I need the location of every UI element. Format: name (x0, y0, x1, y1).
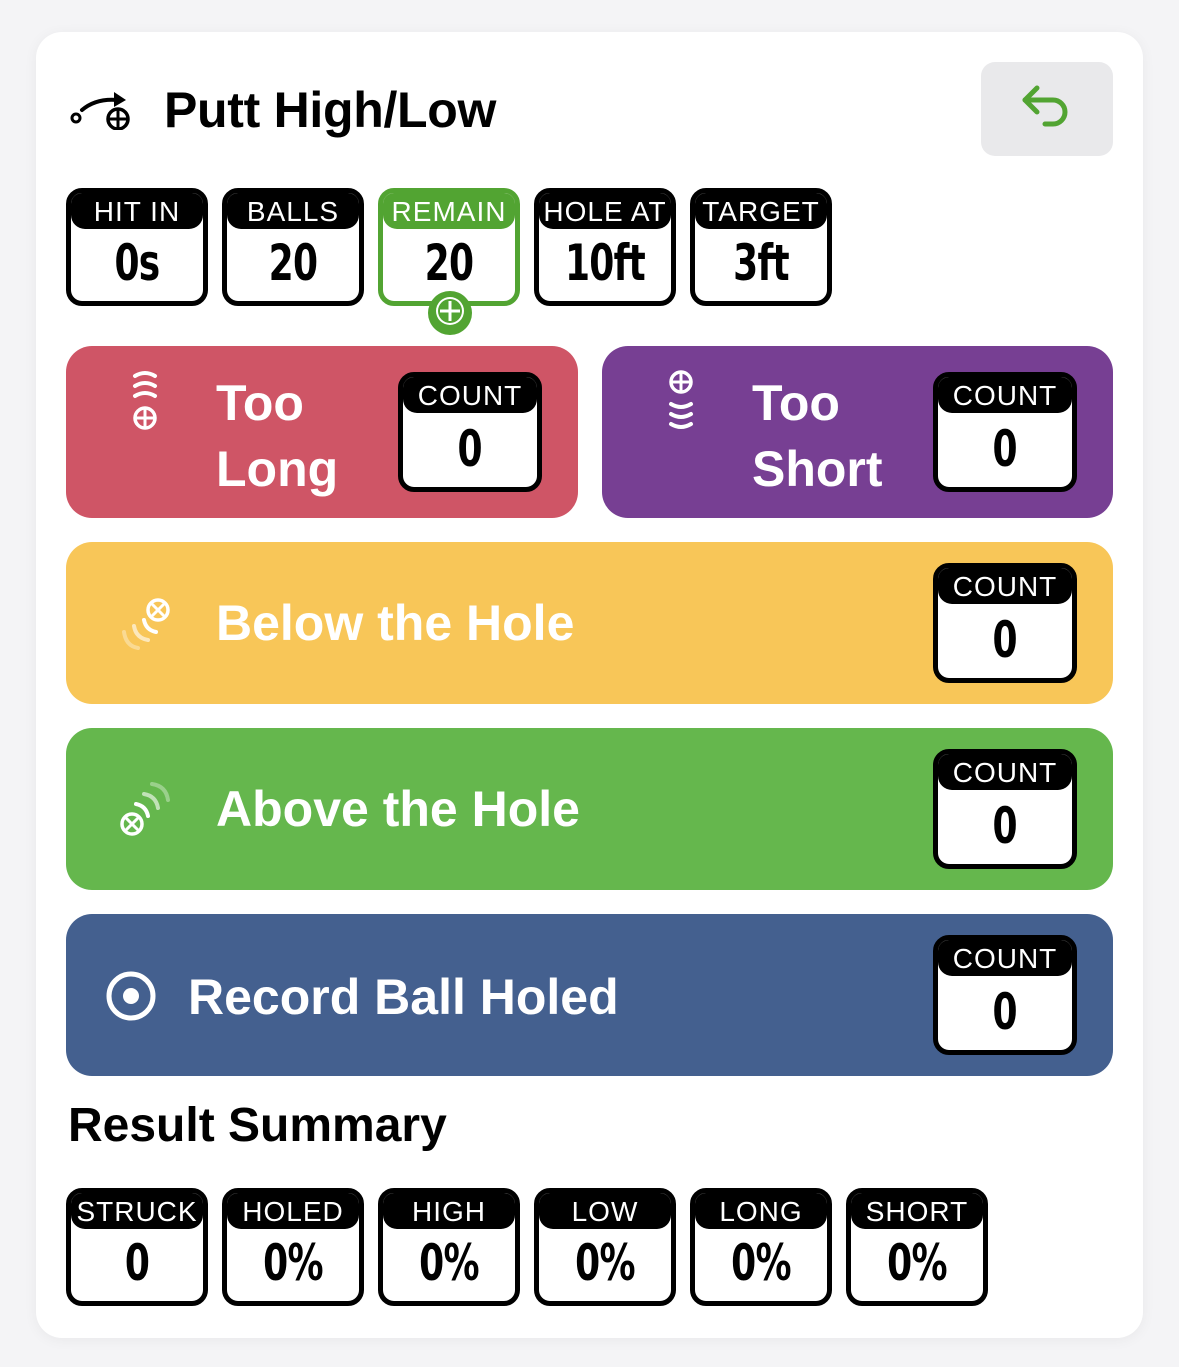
too-short-line2: Short (752, 441, 883, 497)
above-hole-label: Above the Hole (216, 781, 580, 837)
ball-too-long-icon (128, 368, 162, 439)
too-long-button[interactable]: Too Long COUNT 0 (66, 346, 578, 518)
summary-label: HOLED (227, 1193, 359, 1229)
count-value: 0 (457, 420, 483, 478)
count-label: COUNT (938, 568, 1072, 604)
too-short-button[interactable]: Too Short COUNT 0 (602, 346, 1113, 518)
too-long-line2: Long (216, 441, 339, 497)
header: Putt High/Low (70, 62, 1114, 158)
below-hole-label: Below the Hole (216, 595, 575, 651)
count-label: COUNT (403, 377, 537, 413)
undo-button[interactable] (981, 62, 1113, 156)
summary-label: SHORT (851, 1193, 983, 1229)
too-short-line1: Too (752, 375, 840, 431)
count-label: COUNT (938, 377, 1072, 413)
above-hole-button[interactable]: Above the Hole COUNT 0 (66, 728, 1113, 890)
summary-label: STRUCK (71, 1193, 203, 1229)
summary-label: LONG (695, 1193, 827, 1229)
stat-label: BALLS (227, 193, 359, 229)
ball-too-short-icon (664, 368, 698, 439)
summary-label: HIGH (383, 1193, 515, 1229)
stat-target: TARGET 3ft (690, 188, 832, 306)
stat-label: REMAIN (383, 193, 515, 229)
plus-circle-icon (432, 293, 468, 334)
summary-holed: HOLED 0% (222, 1188, 364, 1306)
stat-label: TARGET (695, 193, 827, 229)
ball-holed-count: COUNT 0 (933, 935, 1077, 1055)
stat-value: 20 (424, 234, 474, 292)
result-summary-title: Result Summary (68, 1099, 447, 1152)
stat-label: HOLE AT (539, 193, 671, 229)
count-label: COUNT (938, 754, 1072, 790)
stat-remain[interactable]: REMAIN 20 (378, 188, 520, 306)
ball-above-hole-icon (116, 780, 176, 845)
summary-label: LOW (539, 1193, 671, 1229)
summary-high: HIGH 0% (378, 1188, 520, 1306)
count-value: 0 (992, 983, 1018, 1041)
stat-hit-in: HIT IN 0s (66, 188, 208, 306)
ball-below-hole-icon (116, 594, 176, 659)
summary-low: LOW 0% (534, 1188, 676, 1306)
too-long-count: COUNT 0 (398, 372, 542, 492)
summary-value: 0% (575, 1234, 635, 1292)
stat-hole-at: HOLE AT 10ft (534, 188, 676, 306)
below-hole-button[interactable]: Below the Hole COUNT 0 (66, 542, 1113, 704)
target-dot-icon (104, 969, 158, 1028)
count-value: 0 (992, 420, 1018, 478)
below-hole-count: COUNT 0 (933, 563, 1077, 683)
too-long-line1: Too (216, 375, 304, 431)
summary-long: LONG 0% (690, 1188, 832, 1306)
summary-value: 0 (124, 1234, 150, 1292)
stat-label: HIT IN (71, 193, 203, 229)
above-hole-count: COUNT 0 (933, 749, 1077, 869)
summary-short: SHORT 0% (846, 1188, 988, 1306)
summary-value: 0% (731, 1234, 791, 1292)
stat-balls: BALLS 20 (222, 188, 364, 306)
summary-value: 0% (419, 1234, 479, 1292)
record-ball-holed-label: Record Ball Holed (188, 969, 619, 1025)
count-value: 0 (992, 611, 1018, 669)
summary-value: 0% (887, 1234, 947, 1292)
page-title: Putt High/Low (164, 82, 497, 138)
count-label: COUNT (938, 940, 1072, 976)
summary-value: 0% (263, 1234, 323, 1292)
undo-arrow-icon (1019, 82, 1075, 137)
putt-path-icon (70, 86, 132, 131)
stat-value: 0s (114, 234, 160, 292)
add-balls-button[interactable] (428, 291, 472, 335)
stat-value: 10ft (564, 234, 646, 292)
summary-struck: STRUCK 0 (66, 1188, 208, 1306)
count-value: 0 (992, 797, 1018, 855)
record-ball-holed-button[interactable]: Record Ball Holed COUNT 0 (66, 914, 1113, 1076)
stat-value: 3ft (733, 234, 789, 292)
too-short-count: COUNT 0 (933, 372, 1077, 492)
stat-value: 20 (268, 234, 318, 292)
